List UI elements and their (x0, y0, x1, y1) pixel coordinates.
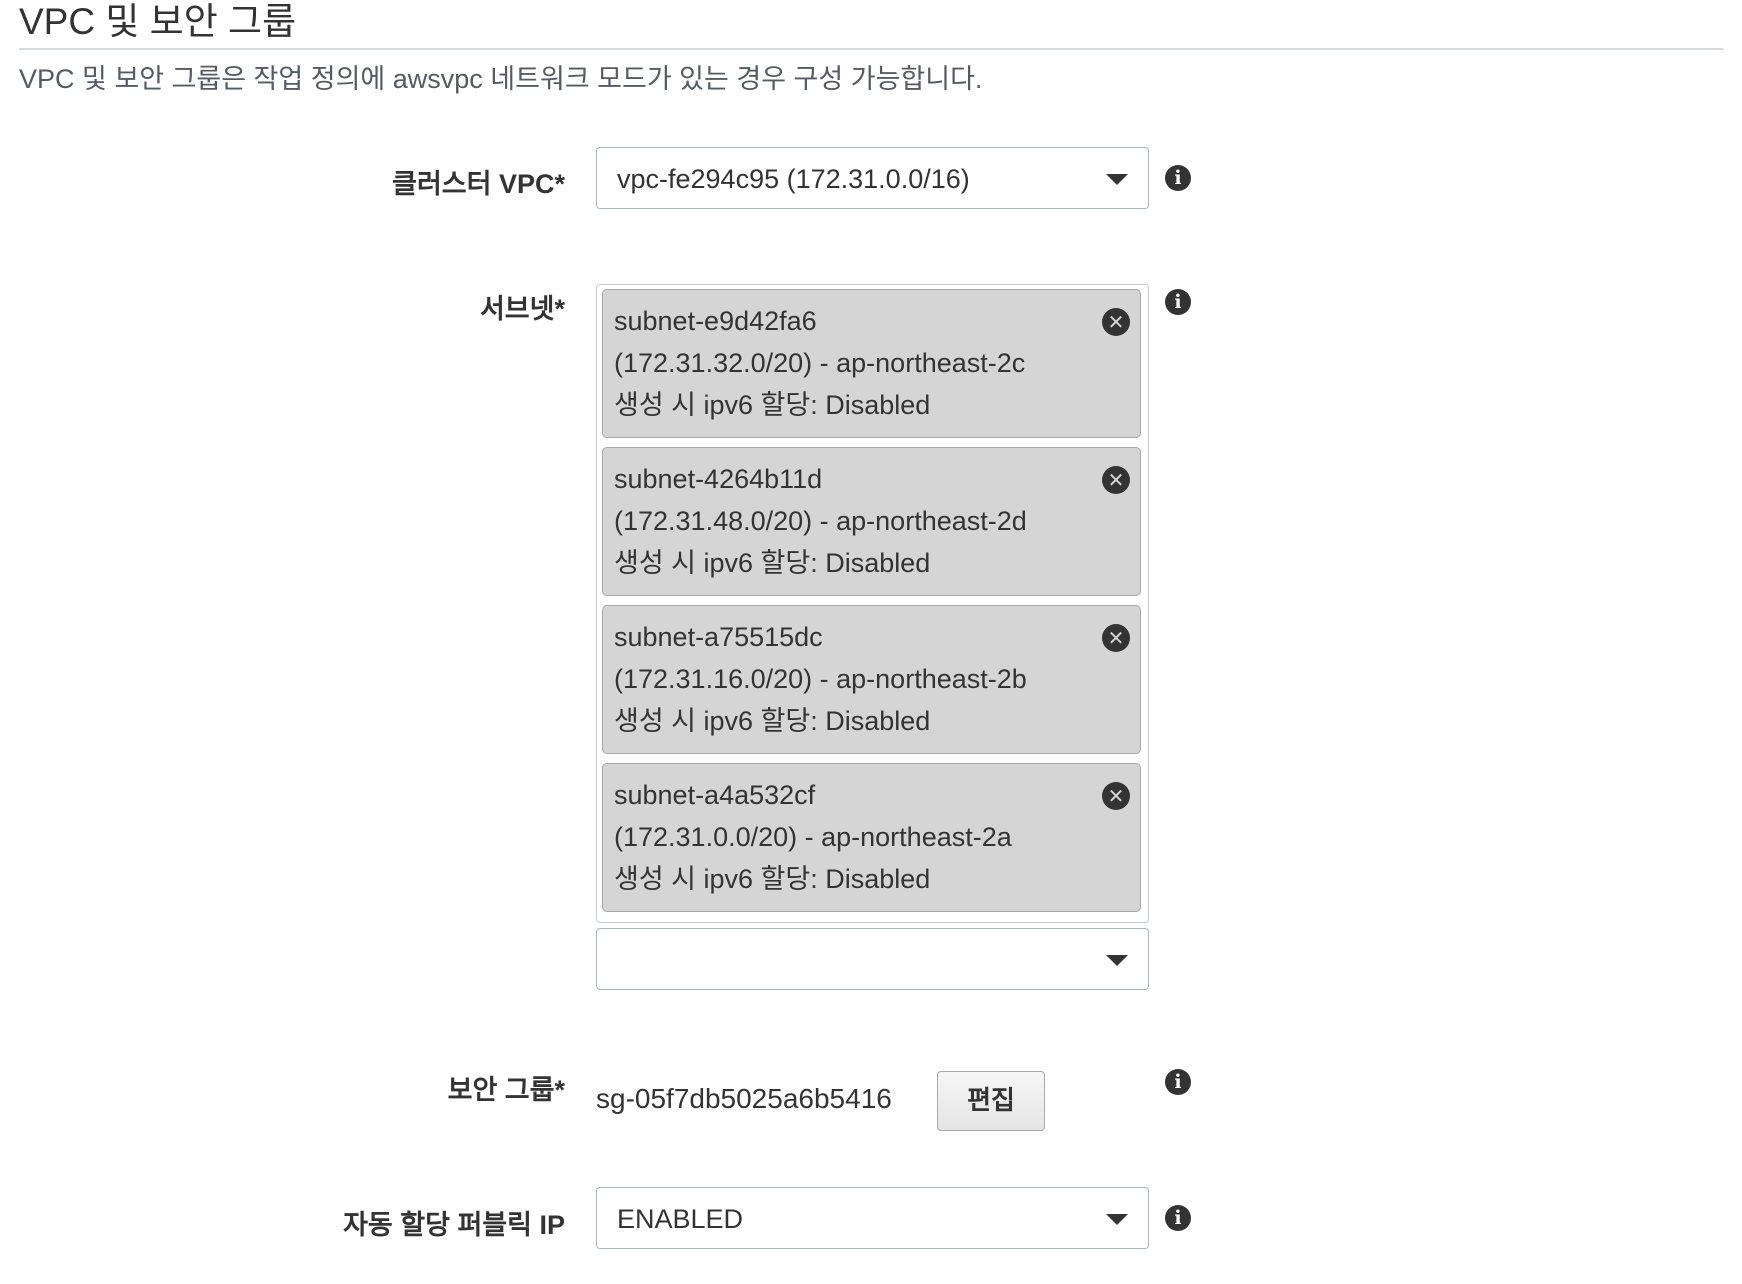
subnet-id: subnet-e9d42fa6 (614, 306, 817, 336)
public-ip-value: ENABLED (617, 1204, 744, 1234)
subnets-label: 서브넷* (479, 294, 565, 324)
info-icon[interactable]: i (1165, 1205, 1191, 1231)
remove-subnet-icon[interactable]: ✕ (1102, 624, 1130, 652)
subnet-item: subnet-a4a532cf (172.31.0.0/20) - ap-nor… (602, 763, 1141, 912)
remove-subnet-icon[interactable]: ✕ (1102, 466, 1130, 494)
subnet-ipv6: 생성 시 ipv6 할당: Disabled (614, 548, 931, 578)
subnet-cidr-az: (172.31.32.0/20) - ap-northeast-2c (614, 348, 1026, 378)
subnet-cidr-az: (172.31.16.0/20) - ap-northeast-2b (614, 664, 1027, 694)
security-group-value: sg-05f7db5025a6b5416 (596, 1083, 892, 1114)
caret-down-icon (1106, 1214, 1128, 1225)
subnet-cidr-az: (172.31.48.0/20) - ap-northeast-2d (614, 506, 1027, 536)
edit-security-group-button[interactable]: 편집 (937, 1071, 1045, 1131)
subnet-item: subnet-e9d42fa6 (172.31.32.0/20) - ap-no… (602, 289, 1141, 438)
info-icon[interactable]: i (1165, 1069, 1191, 1095)
subnet-id: subnet-a75515dc (614, 622, 823, 652)
info-icon[interactable]: i (1165, 165, 1191, 191)
subnet-id: subnet-4264b11d (614, 464, 823, 494)
subnet-item: subnet-4264b11d (172.31.48.0/20) - ap-no… (602, 447, 1141, 596)
cluster-vpc-value: vpc-fe294c95 (172.31.0.0/16) (617, 164, 970, 194)
remove-subnet-icon[interactable]: ✕ (1102, 308, 1130, 336)
subnet-ipv6: 생성 시 ipv6 할당: Disabled (614, 706, 931, 736)
section-description: VPC 및 보안 그룹은 작업 정의에 awsvpc 네트워크 모드가 있는 경… (19, 64, 983, 94)
caret-down-icon (1106, 955, 1128, 966)
subnet-ipv6: 생성 시 ipv6 할당: Disabled (614, 864, 931, 894)
security-group-label: 보안 그룹* (447, 1075, 565, 1105)
section-divider (19, 48, 1723, 50)
public-ip-select[interactable]: ENABLED (596, 1187, 1149, 1249)
cluster-vpc-label: 클러스터 VPC* (392, 169, 565, 199)
subnet-list: subnet-e9d42fa6 (172.31.32.0/20) - ap-no… (596, 284, 1149, 923)
add-subnet-select[interactable] (596, 928, 1149, 990)
info-icon[interactable]: i (1165, 289, 1191, 315)
caret-down-icon (1106, 174, 1128, 185)
section-title: VPC 및 보안 그룹 (19, 1, 297, 42)
subnet-ipv6: 생성 시 ipv6 할당: Disabled (614, 390, 931, 420)
subnet-cidr-az: (172.31.0.0/20) - ap-northeast-2a (614, 822, 1012, 852)
subnet-id: subnet-a4a532cf (614, 780, 816, 810)
public-ip-label: 자동 할당 퍼블릭 IP (343, 1210, 565, 1240)
subnet-item: subnet-a75515dc (172.31.16.0/20) - ap-no… (602, 605, 1141, 754)
remove-subnet-icon[interactable]: ✕ (1102, 782, 1130, 810)
cluster-vpc-select[interactable]: vpc-fe294c95 (172.31.0.0/16) (596, 147, 1149, 209)
